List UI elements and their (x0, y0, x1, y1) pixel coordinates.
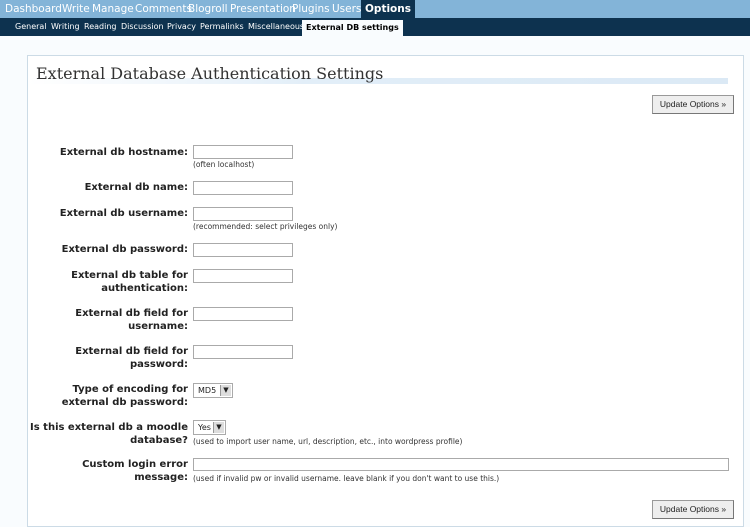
menu-users[interactable]: Users (332, 2, 361, 16)
submenu-reading[interactable]: Reading (84, 21, 116, 33)
submenu-general[interactable]: General (15, 21, 47, 33)
chevron-down-icon: ▼ (220, 385, 231, 396)
submenu-permalinks[interactable]: Permalinks (200, 21, 244, 33)
menu-plugins[interactable]: Plugins (292, 2, 330, 16)
menu-options[interactable]: Options (361, 0, 415, 18)
moodle-selected-value: Yes (198, 423, 211, 432)
label-custom-login-error: Custom login error message: (82, 459, 188, 483)
db-field-password-input[interactable] (193, 345, 293, 359)
menu-blogroll[interactable]: Blogroll (188, 2, 228, 16)
db-table-input[interactable] (193, 269, 293, 283)
chevron-down-icon: ▼ (213, 422, 224, 433)
hint-db-username: (recommended: select privileges only) (193, 222, 338, 231)
hint-hostname: (often localhost) (193, 160, 255, 169)
label-db-password: External db password: (61, 244, 188, 255)
submenu-external-db-settings[interactable]: External DB settings (302, 20, 403, 36)
label-db-username: External db username: (59, 208, 188, 219)
db-name-input[interactable] (193, 181, 293, 195)
encoding-selected-value: MD5 (198, 386, 217, 395)
update-options-button-top[interactable]: Update Options » (652, 95, 734, 114)
submenu-writing[interactable]: Writing (51, 21, 80, 33)
label-db-name: External db name: (84, 182, 188, 193)
menu-presentation[interactable]: Presentation (230, 2, 296, 16)
db-username-input[interactable] (193, 207, 293, 221)
db-password-input[interactable] (193, 243, 293, 257)
submenu-privacy[interactable]: Privacy (167, 21, 196, 33)
admin-menu: Dashboard Write Manage Comments Blogroll… (0, 0, 750, 18)
db-field-username-input[interactable] (193, 307, 293, 321)
label-db-table: External db table for authentication: (71, 270, 188, 294)
hint-moodle-db: (used to import user name, url, descript… (193, 437, 463, 446)
update-options-button-bottom[interactable]: Update Options » (652, 500, 734, 519)
menu-manage[interactable]: Manage (92, 2, 134, 16)
menu-comments[interactable]: Comments (135, 2, 192, 16)
label-encoding-type: Type of encoding for external db passwor… (61, 384, 188, 408)
submenu-miscellaneous[interactable]: Miscellaneous (248, 21, 304, 33)
hostname-input[interactable] (193, 145, 293, 159)
submenu-discussion[interactable]: Discussion (121, 21, 164, 33)
label-hostname: External db hostname: (59, 147, 188, 158)
menu-dashboard[interactable]: Dashboard (5, 2, 62, 16)
menu-write[interactable]: Write (62, 2, 90, 16)
moodle-select[interactable]: Yes ▼ (193, 420, 226, 435)
encoding-select[interactable]: MD5 ▼ (193, 383, 233, 398)
settings-panel: External Database Authentication Setting… (27, 55, 744, 527)
page-title: External Database Authentication Setting… (36, 64, 384, 83)
label-moodle-db: Is this external db a moodle database? (30, 422, 188, 446)
label-db-field-username: External db field for username: (75, 308, 188, 332)
label-db-field-password: External db field for password: (75, 346, 188, 370)
options-submenu: General Writing Reading Discussion Priva… (0, 18, 750, 36)
custom-login-error-textarea[interactable] (193, 458, 729, 471)
hint-custom-login-error: (used if invalid pw or invalid username.… (193, 474, 500, 483)
